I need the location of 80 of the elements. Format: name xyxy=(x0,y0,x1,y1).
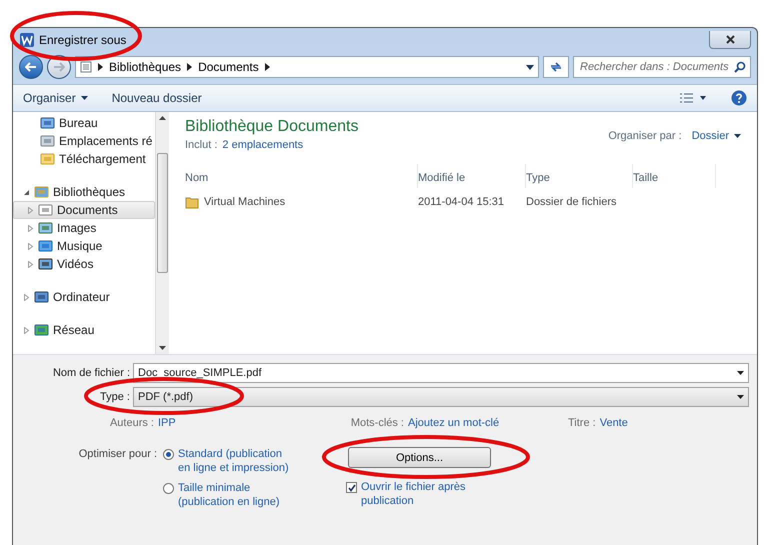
file-name[interactable]: Virtual Machines xyxy=(204,196,286,208)
scroll-up-icon xyxy=(159,116,166,120)
radio-button[interactable] xyxy=(163,449,174,460)
new-folder-button[interactable]: Nouveau dossier xyxy=(112,91,202,105)
library-icon xyxy=(80,61,92,73)
scroll-thumb[interactable] xyxy=(157,153,168,273)
collapsed-arrow-icon[interactable] xyxy=(22,294,30,300)
metadata-label: Titre : xyxy=(568,417,596,429)
optimize-label: Optimiser pour : xyxy=(78,447,158,462)
metadata-label: Auteurs : xyxy=(110,417,154,429)
checkbox-label[interactable]: Ouvrir le fichier après publication xyxy=(361,480,471,508)
table-cell: 2011-04-04 15:31 xyxy=(418,196,504,208)
radio-label[interactable]: Standard (publication en ligne et impression) xyxy=(178,447,290,475)
checkbox[interactable] xyxy=(346,482,357,493)
view-list-icon[interactable] xyxy=(679,92,707,104)
address-bar[interactable]: Bibliothèques Documents xyxy=(75,56,539,78)
column-header[interactable]: Modifié le xyxy=(418,164,526,188)
window-title: Enregistrer sous xyxy=(39,33,126,47)
sidebar-item[interactable]: Bibliothèques xyxy=(13,183,155,201)
close-button[interactable] xyxy=(709,31,751,49)
checkmark-icon xyxy=(348,484,356,492)
column-header[interactable]: Type xyxy=(526,164,633,188)
radio-button[interactable] xyxy=(163,483,174,494)
caret-icon xyxy=(80,96,88,100)
scroll-down-icon xyxy=(159,346,166,350)
sidebar-item[interactable]: Emplacements ré xyxy=(13,132,155,150)
library-title: Bibliothèque Documents xyxy=(185,118,358,136)
radio-label[interactable]: Taille minimale (publication en ligne) xyxy=(178,481,290,509)
column-header[interactable]: Nom xyxy=(185,164,418,188)
metadata-label: Mots-clés : xyxy=(350,417,404,429)
folder-icon xyxy=(185,196,199,208)
organize-menu[interactable]: Organiser xyxy=(23,91,88,105)
chevron-icon xyxy=(187,63,192,71)
includes-label: Inclut : xyxy=(185,139,218,151)
table-cell: Dossier de fichiers xyxy=(526,196,616,208)
sidebar-item[interactable]: Bureau xyxy=(13,114,155,132)
dropdown-icon[interactable] xyxy=(526,64,534,70)
sidebar-item[interactable]: Téléchargement xyxy=(13,150,155,168)
help-icon[interactable] xyxy=(731,90,747,106)
search-input[interactable]: Rechercher dans : Documents xyxy=(578,60,734,74)
sidebar-item[interactable]: Images xyxy=(13,219,155,237)
refresh-button[interactable] xyxy=(543,56,569,78)
type-dropdown[interactable]: PDF (*.pdf) xyxy=(133,387,749,407)
caret-icon xyxy=(734,134,741,138)
chevron-icon xyxy=(264,63,270,71)
back-button[interactable] xyxy=(19,55,43,79)
scrollbar[interactable] xyxy=(155,112,169,354)
right-arrow-icon xyxy=(53,62,65,72)
search-field[interactable]: Rechercher dans : Documents xyxy=(573,56,751,78)
filename-field[interactable]: Doc_source_SIMPLE.pdf xyxy=(133,363,749,383)
sidebar-item[interactable]: Réseau xyxy=(13,321,155,339)
type-label: Type : xyxy=(99,391,131,403)
breadcrumb[interactable]: Documents xyxy=(198,60,259,74)
locations-link[interactable]: 2 emplacements xyxy=(222,139,304,151)
collapsed-arrow-icon[interactable] xyxy=(26,260,34,268)
column-header[interactable]: Taille xyxy=(633,164,716,188)
chevron-icon xyxy=(98,63,103,71)
word-app-icon xyxy=(19,32,35,48)
search-icon xyxy=(734,61,746,73)
expanded-arrow-icon[interactable] xyxy=(22,188,30,196)
sidebar-item[interactable]: Ordinateur xyxy=(13,288,155,306)
metadata-value[interactable]: IPP xyxy=(158,417,278,429)
dropdown-icon xyxy=(737,371,744,375)
breadcrumb[interactable]: Bibliothèques xyxy=(109,60,182,74)
arrange-label: Organiser par : xyxy=(608,130,682,142)
sidebar-item[interactable]: Documents xyxy=(13,201,155,219)
collapsed-arrow-icon[interactable] xyxy=(22,326,30,334)
close-icon xyxy=(726,35,734,44)
collapsed-arrow-icon[interactable] xyxy=(26,242,34,250)
sidebar-item[interactable]: Vidéos xyxy=(13,255,155,273)
dropdown-icon xyxy=(737,395,744,399)
left-arrow-icon xyxy=(25,62,37,72)
metadata-value[interactable]: Ajoutez un mot-clé xyxy=(408,417,568,429)
arrange-dropdown[interactable]: Dossier xyxy=(692,130,741,142)
sidebar-item[interactable]: Musique xyxy=(13,237,155,255)
options-button[interactable]: Options... xyxy=(348,447,491,468)
refresh-arrows-icon xyxy=(549,61,563,73)
collapsed-arrow-icon[interactable] xyxy=(26,224,34,232)
metadata-value[interactable]: Vente xyxy=(600,417,749,429)
filename-label: Nom de fichier : xyxy=(52,367,131,379)
